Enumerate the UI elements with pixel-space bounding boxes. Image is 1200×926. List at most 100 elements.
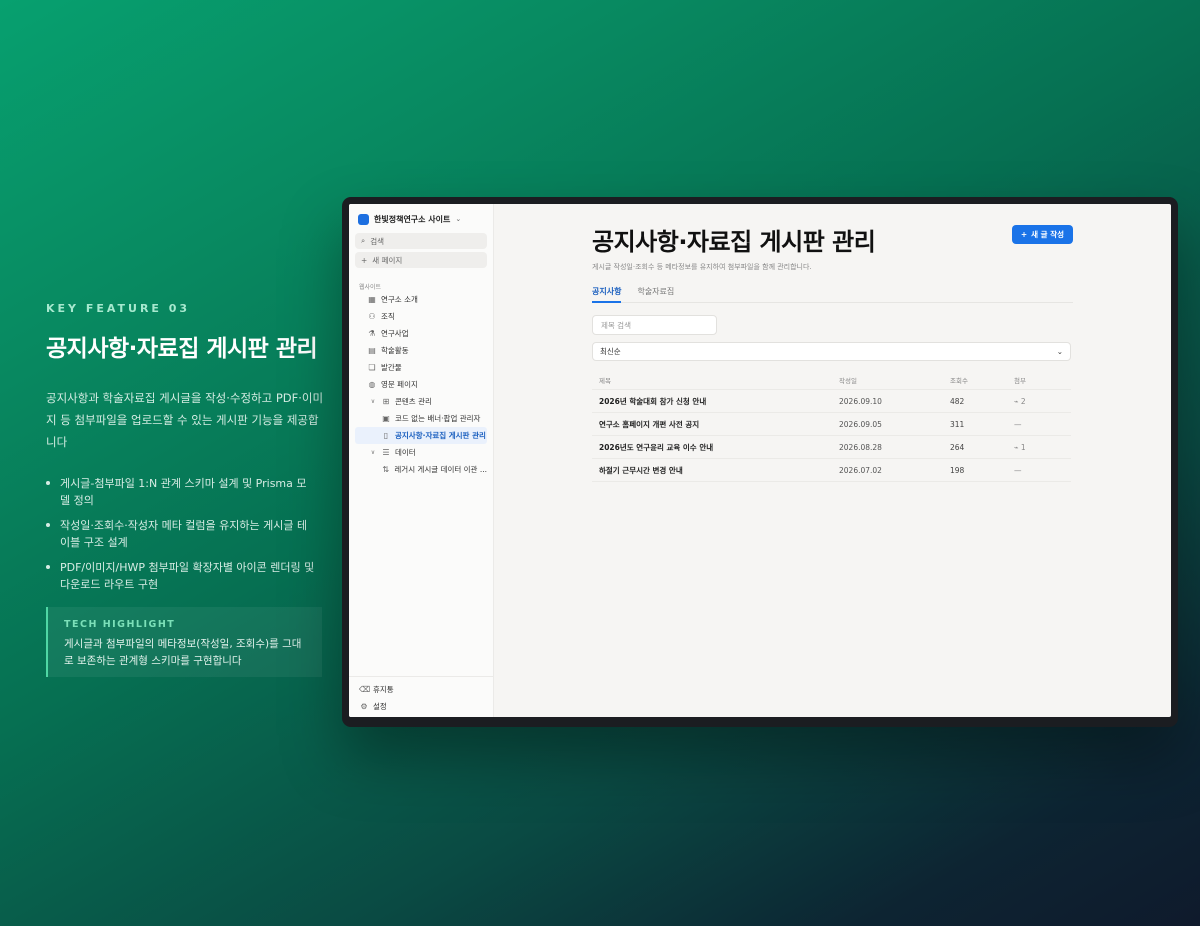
- sidebar-item-label: 코드 없는 배너·팝업 관리자: [395, 414, 481, 423]
- sidebar-item-research[interactable]: ⚗ 연구사업: [355, 325, 487, 342]
- column-header-attachments[interactable]: 첨부: [1014, 375, 1071, 385]
- column-header-title[interactable]: 제목: [592, 375, 839, 385]
- tab-academic-materials[interactable]: 학술자료집: [637, 286, 674, 303]
- table-header-row: 제목 작성일 조회수 첨부: [592, 371, 1071, 390]
- sidebar-item-english[interactable]: ◍ 영문 페이지: [355, 376, 487, 393]
- database-icon: ☰: [382, 448, 390, 457]
- sidebar: 한빛정책연구소 사이트 ⌄ ⌕ 검색 + 새 페이지 웹사이트 ▦ 연구소 소개…: [349, 204, 494, 717]
- plus-icon: +: [1020, 230, 1028, 239]
- post-date: 2026.09.10: [839, 396, 882, 406]
- tech-highlight-title: TECH HIGHLIGHT: [64, 619, 176, 630]
- paperclip-icon: ⌁: [1014, 396, 1019, 406]
- sidebar-item-about[interactable]: ▦ 연구소 소개: [355, 291, 487, 308]
- tech-highlight-text: 게시글과 첨부파일의 메타정보(작성일, 조회수)를 그대로 보존하는 관계형 …: [64, 638, 302, 667]
- post-attachments: —: [1014, 419, 1022, 429]
- post-date: 2026.07.02: [839, 465, 882, 475]
- sidebar-item-label: 발간물: [381, 363, 402, 372]
- book-icon: ❏: [368, 363, 376, 372]
- sidebar-item-content-management[interactable]: ∨ ⊞ 콘텐츠 관리: [355, 393, 487, 410]
- post-title[interactable]: 하절기 근무시간 변경 안내: [592, 465, 839, 476]
- attachment-count: 2: [1020, 396, 1026, 406]
- sidebar-item-label: 연구사업: [381, 329, 409, 338]
- post-attachments: ⌁ 1: [1014, 443, 1071, 452]
- workspace-switcher[interactable]: 한빛정책연구소 사이트 ⌄: [355, 211, 487, 227]
- new-page-button[interactable]: + 새 페이지: [355, 252, 487, 268]
- sidebar-item-label: 데이터: [395, 448, 416, 457]
- board-tabs: 공지사항 학술자료집: [592, 286, 1073, 303]
- main-content: 공지사항·자료집 게시판 관리 게시글 작성일·조회수 등 메타정보를 유지하여…: [494, 204, 1171, 717]
- chevron-down-icon: ⌄: [455, 215, 462, 223]
- post-views: 482: [950, 396, 965, 406]
- sidebar-item-legacy-migration[interactable]: ⇅ 레거시 게시글 데이터 이관 ...: [355, 461, 487, 478]
- chevron-down-icon[interactable]: ∨: [369, 398, 377, 405]
- sidebar-item-label: 휴지통: [373, 685, 394, 694]
- post-title[interactable]: 연구소 홈페이지 개편 사전 공지: [592, 419, 839, 430]
- sort-select[interactable]: 최신순 ⌄: [592, 342, 1071, 361]
- paperclip-icon: ⌁: [1014, 442, 1019, 452]
- sidebar-item-label: 학술활동: [381, 346, 409, 355]
- tab-notices[interactable]: 공지사항: [592, 286, 622, 303]
- sidebar-item-board-management[interactable]: ▯ 공지사항·자료집 게시판 관리: [355, 427, 487, 444]
- feature-bullet: PDF/이미지/HWP 첨부파일 확장자별 아이콘 렌더링 및 다운로드 라우트…: [46, 559, 316, 593]
- calendar-icon: ▤: [368, 346, 376, 355]
- app-screen: 한빛정책연구소 사이트 ⌄ ⌕ 검색 + 새 페이지 웹사이트 ▦ 연구소 소개…: [349, 204, 1171, 717]
- table-row[interactable]: 2026년도 연구윤리 교육 이수 안내 2026.08.28 264 ⌁ 1: [592, 436, 1071, 459]
- sidebar-footer: ⌫ 휴지통 ⚙ 설정: [349, 676, 493, 717]
- sidebar-item-label: 영문 페이지: [381, 380, 418, 389]
- table-row[interactable]: 하절기 근무시간 변경 안내 2026.07.02 198 —: [592, 459, 1071, 482]
- globe-icon: ◍: [368, 380, 376, 389]
- post-views: 264: [950, 442, 965, 452]
- sidebar-search-label: 검색: [370, 236, 385, 246]
- plus-icon: +: [361, 255, 368, 265]
- title-search-input[interactable]: 제목 검색: [592, 315, 717, 335]
- posts-table: 제목 작성일 조회수 첨부 2026년 학술대회 참가 신청 안내 2026.0…: [592, 371, 1071, 482]
- post-attachments: —: [1014, 465, 1022, 475]
- column-header-date[interactable]: 작성일: [839, 375, 950, 385]
- search-icon: ⌕: [361, 236, 366, 245]
- new-page-label: 새 페이지: [372, 255, 403, 265]
- feature-bullets: 게시글-첨부파일 1:N 관계 스키마 설계 및 Prisma 모델 정의 작성…: [46, 475, 336, 593]
- sidebar-item-label: 설정: [373, 702, 387, 711]
- feature-description: 공지사항과 학술자료집 게시글을 작성·수정하고 PDF·이미지 등 첨부파일을…: [46, 391, 324, 449]
- post-attachments: ⌁ 2: [1014, 397, 1071, 406]
- table-row[interactable]: 2026년 학술대회 참가 신청 안내 2026.09.10 482 ⌁ 2: [592, 390, 1071, 413]
- post-title[interactable]: 2026년 학술대회 참가 신청 안내: [592, 396, 839, 407]
- sidebar-item-publications[interactable]: ❏ 발간물: [355, 359, 487, 376]
- users-icon: ⚇: [368, 312, 376, 321]
- sidebar-item-academic[interactable]: ▤ 학술활동: [355, 342, 487, 359]
- sidebar-item-label: 공지사항·자료집 게시판 관리: [395, 431, 486, 440]
- flask-icon: ⚗: [368, 329, 376, 338]
- feature-kicker: KEY FEATURE 03: [46, 302, 191, 315]
- page-subtitle: 게시글 작성일·조회수 등 메타정보를 유지하여 첨부파일을 함께 관리합니다.: [592, 263, 812, 271]
- new-post-button[interactable]: + 새 글 작성: [1011, 225, 1073, 244]
- column-header-views[interactable]: 조회수: [950, 375, 1014, 385]
- sidebar-item-trash[interactable]: ⌫ 휴지통: [355, 681, 487, 698]
- post-date: 2026.08.28: [839, 442, 882, 452]
- chevron-down-icon[interactable]: ∨: [369, 449, 377, 456]
- feature-title: 공지사항·자료집 게시판 관리: [46, 336, 318, 362]
- building-icon: ▦: [368, 295, 376, 304]
- table-row[interactable]: 연구소 홈페이지 개편 사전 공지 2026.09.05 311 —: [592, 413, 1071, 436]
- feature-bullet: 작성일·조회수·작성자 메타 컬럼을 유지하는 게시글 테이블 구조 설계: [46, 517, 316, 551]
- sidebar-item-label: 레거시 게시글 데이터 이관 ...: [394, 465, 487, 474]
- attachment-count: 1: [1020, 442, 1026, 452]
- clipboard-icon: ▯: [383, 431, 389, 440]
- migrate-icon: ⇅: [382, 465, 390, 474]
- sort-select-value: 최신순: [600, 347, 621, 356]
- trash-icon: ⌫: [359, 685, 371, 694]
- sidebar-item-banner-manager[interactable]: ▣ 코드 없는 배너·팝업 관리자: [355, 410, 487, 427]
- gear-icon: ⚙: [360, 702, 368, 711]
- post-title[interactable]: 2026년도 연구윤리 교육 이수 안내: [592, 442, 839, 453]
- sidebar-item-settings[interactable]: ⚙ 설정: [355, 698, 487, 715]
- page-title: 공지사항·자료집 게시판 관리: [592, 228, 876, 256]
- workspace-name: 한빛정책연구소 사이트: [374, 214, 451, 224]
- feature-promo: KEY FEATURE 03 공지사항·자료집 게시판 관리 공지사항과 학술자…: [46, 302, 336, 677]
- grid-icon: ⊞: [382, 397, 390, 406]
- post-date: 2026.09.05: [839, 419, 882, 429]
- sidebar-item-label: 콘텐츠 관리: [395, 397, 432, 406]
- sidebar-item-data[interactable]: ∨ ☰ 데이터: [355, 444, 487, 461]
- sidebar-item-organization[interactable]: ⚇ 조직: [355, 308, 487, 325]
- workspace-logo-icon: [358, 213, 369, 225]
- sidebar-search-button[interactable]: ⌕ 검색: [355, 233, 487, 249]
- feature-bullet: 게시글-첨부파일 1:N 관계 스키마 설계 및 Prisma 모델 정의: [46, 475, 316, 509]
